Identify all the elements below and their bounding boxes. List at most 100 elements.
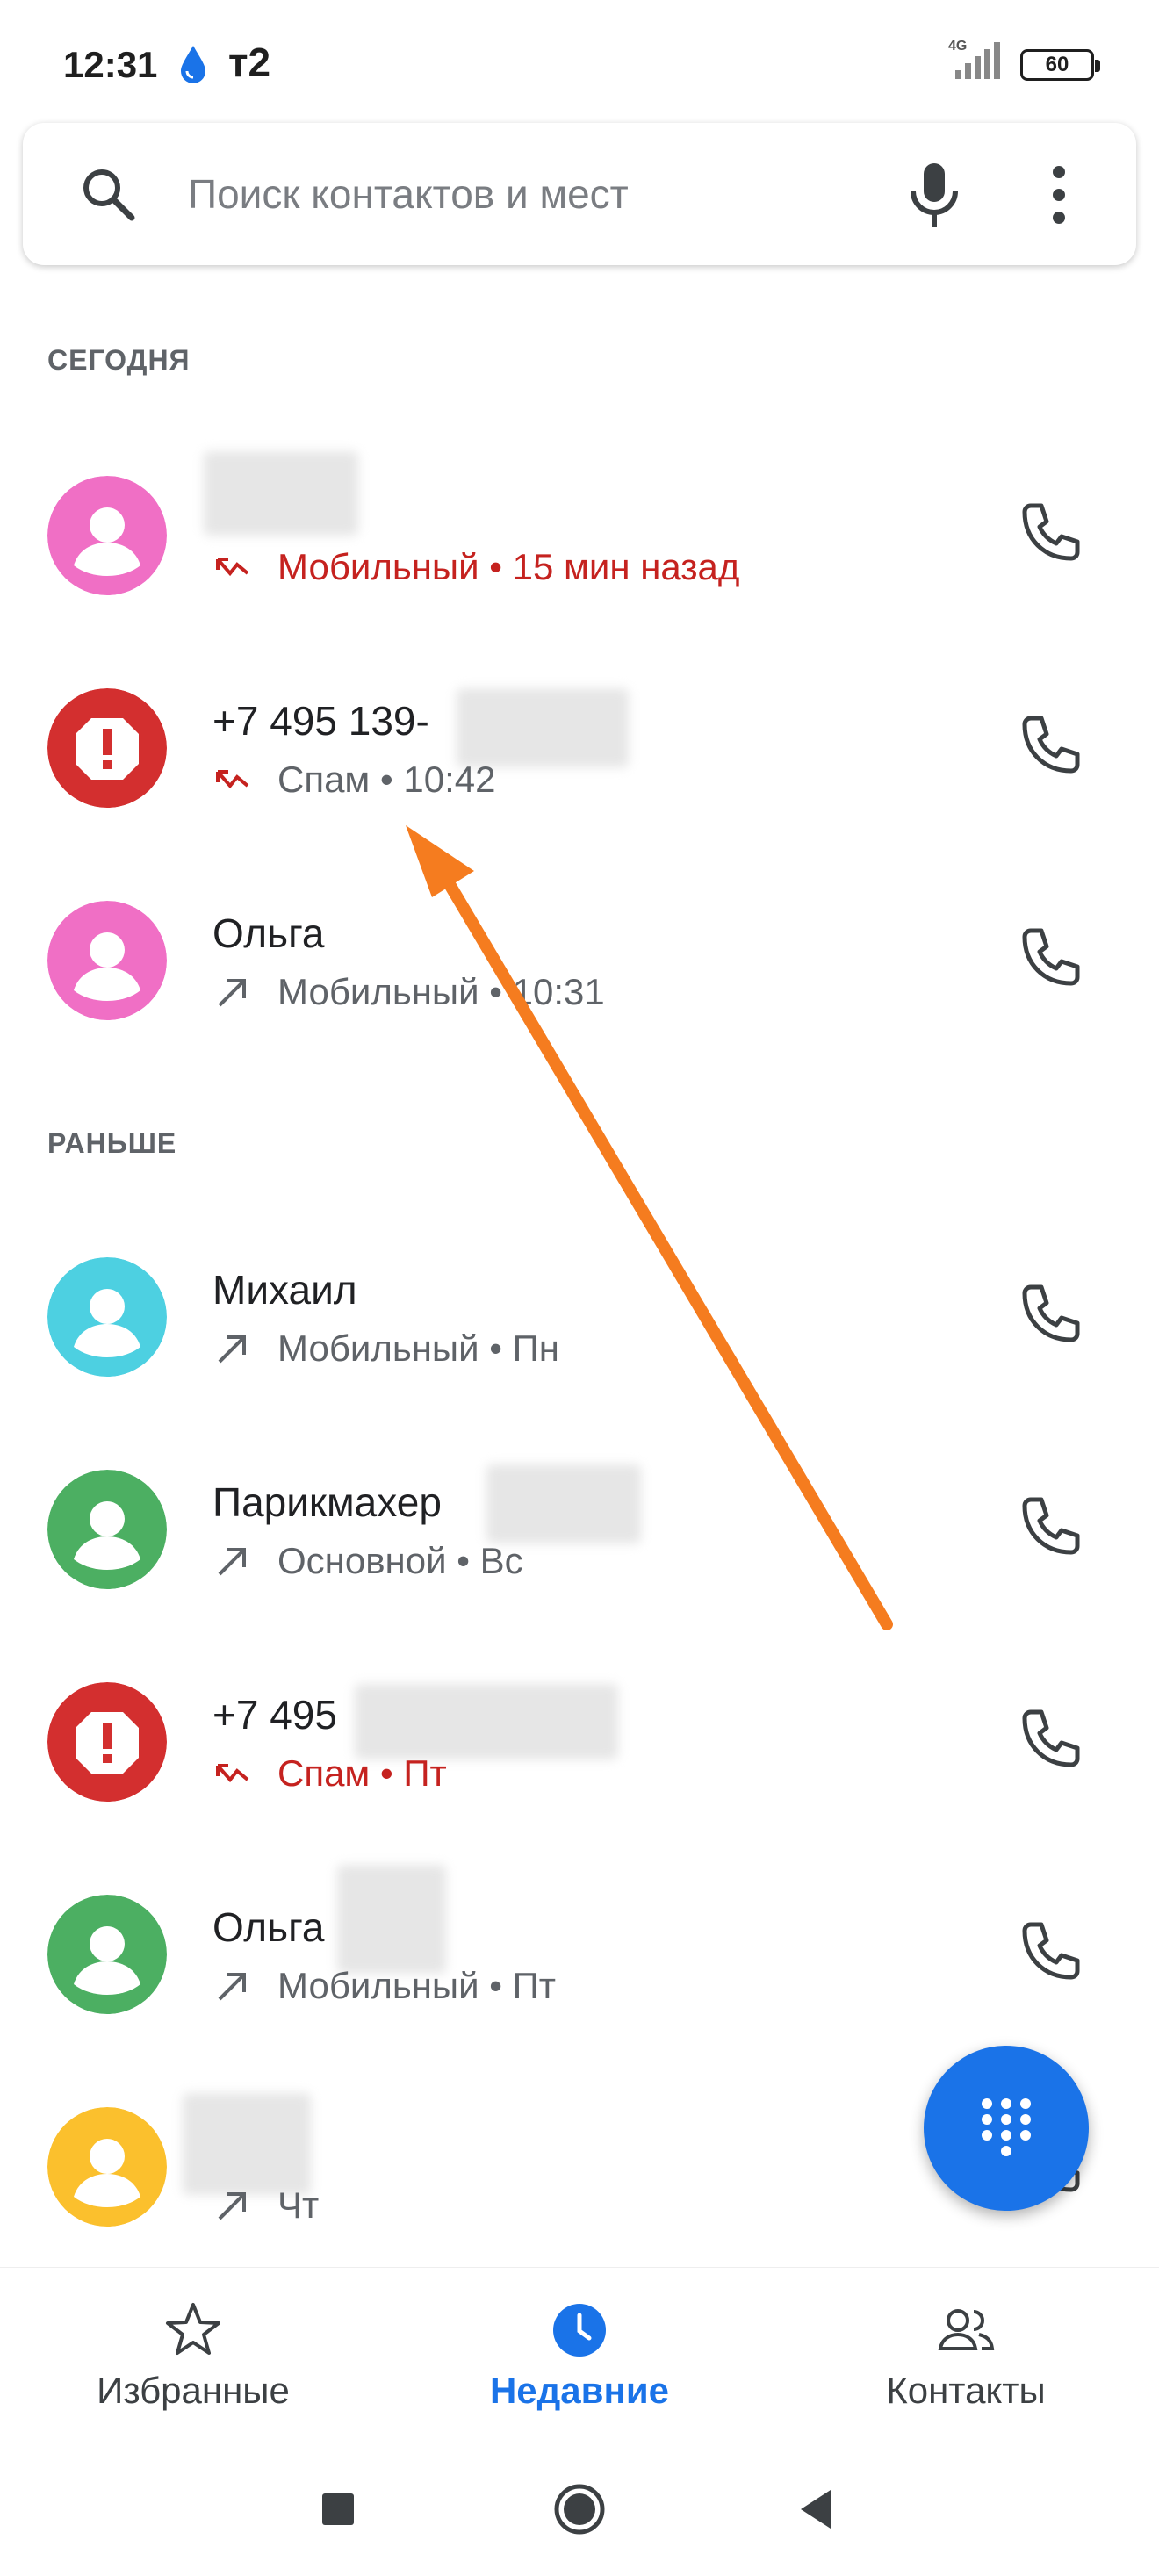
call-detail-text: Мобильный • 10:31: [277, 971, 605, 1012]
phone-icon: [1022, 1922, 1080, 1980]
contact-name: Ольга: [212, 1904, 325, 1950]
call-row[interactable]: Михаил Мобильный • Пн: [0, 1212, 1159, 1424]
bottom-navigation: Избранные Недавние Контакты: [0, 2267, 1159, 2439]
call-detail: Чт: [212, 2184, 319, 2227]
phone-icon: [1022, 1284, 1080, 1342]
redacted-name: [183, 2093, 311, 2195]
status-bar: 12:31 т2 4G 60: [0, 0, 1159, 123]
outgoing-call-icon: [218, 979, 246, 1007]
carrier-label: т2: [228, 40, 271, 85]
call-button[interactable]: [1010, 493, 1089, 572]
star-icon: [166, 2303, 220, 2355]
avatar: [47, 2107, 167, 2227]
home-circle-icon: [554, 2484, 605, 2535]
call-detail-text: Основной • Вс: [277, 1540, 523, 1581]
call-row[interactable]: +7 495 Спам • Пт: [0, 1637, 1159, 1849]
avatar: [47, 1682, 167, 1802]
phone-icon: [1022, 716, 1080, 774]
call-row[interactable]: +7 495 139- Спам • 10:42: [0, 643, 1159, 855]
spam-icon: [47, 688, 167, 808]
call-detail-text: Мобильный • 15 мин назад: [277, 546, 740, 587]
redacted-name: [486, 1464, 641, 1543]
section-header-earlier: РАНЬШЕ: [47, 1127, 177, 1159]
home-button[interactable]: [544, 2474, 615, 2544]
nav-favorites[interactable]: Избранные: [26, 2294, 360, 2417]
redacted-number: [457, 688, 629, 767]
person-icon: [47, 1895, 167, 2014]
call-detail: Спам • 10:42: [212, 759, 495, 801]
nav-recent[interactable]: Недавние: [413, 2294, 746, 2417]
water-drop-icon: [181, 46, 205, 83]
phone-icon: [1022, 503, 1080, 561]
outgoing-call-icon: [218, 1335, 246, 1364]
missed-call-icon: [216, 1764, 249, 1783]
spam-icon: [47, 1682, 167, 1802]
battery-icon: 60: [1020, 49, 1100, 81]
nav-contacts-label: Контакты: [886, 2370, 1046, 2411]
call-detail-text: Чт: [277, 2184, 320, 2226]
nav-contacts[interactable]: Контакты: [799, 2294, 1133, 2417]
clock-icon: [553, 2304, 606, 2357]
call-detail: Мобильный • 15 мин назад: [212, 546, 739, 588]
call-row[interactable]: Ольга Мобильный • 10:31: [0, 855, 1159, 1068]
call-detail: Мобильный • 10:31: [212, 971, 605, 1013]
avatar: [47, 1257, 167, 1377]
missed-call-icon: [216, 558, 249, 577]
outgoing-call-icon: [218, 2192, 246, 2220]
back-button[interactable]: [781, 2474, 852, 2544]
outgoing-call-icon: [218, 1973, 246, 2001]
call-row[interactable]: Парикмахер Основной • Вс: [0, 1424, 1159, 1637]
call-detail: Мобильный • Пт: [212, 1965, 556, 2007]
avatar: [47, 688, 167, 808]
call-button[interactable]: [1010, 1487, 1089, 1566]
redacted-name: [204, 451, 358, 536]
call-detail: Мобильный • Пн: [212, 1328, 559, 1370]
call-button[interactable]: [1010, 918, 1089, 997]
call-button[interactable]: [1010, 1700, 1089, 1779]
avatar: [47, 901, 167, 1020]
person-icon: [47, 1257, 167, 1377]
call-row[interactable]: Мобильный • 15 мин назад: [0, 430, 1159, 643]
microphone-icon[interactable]: [901, 160, 968, 230]
redacted-name: [337, 1865, 446, 1974]
avatar: [47, 1470, 167, 1589]
call-row[interactable]: Ольга Мобильный • Пт: [0, 1849, 1159, 2062]
search-bar[interactable]: [23, 123, 1136, 265]
search-icon[interactable]: [79, 165, 137, 223]
call-detail: Основной • Вс: [212, 1540, 523, 1582]
back-triangle-icon: [801, 2490, 831, 2529]
contact-name: Ольга: [212, 910, 325, 956]
more-options-icon[interactable]: [1041, 163, 1076, 227]
contact-name: +7 495: [212, 1692, 337, 1738]
contact-name: Парикмахер: [212, 1479, 442, 1525]
dialpad-button[interactable]: [924, 2046, 1089, 2211]
search-input[interactable]: [188, 160, 855, 228]
status-time: 12:31: [63, 44, 158, 85]
recent-apps-button[interactable]: [303, 2474, 373, 2544]
people-icon: [938, 2309, 995, 2350]
call-detail-text: Мобильный • Пт: [277, 1965, 557, 2006]
phone-icon: [1022, 1497, 1080, 1555]
call-button[interactable]: [1010, 1912, 1089, 1991]
call-button[interactable]: [1010, 1275, 1089, 1354]
dialpad-icon: [982, 2098, 1031, 2156]
avatar: [47, 476, 167, 595]
person-icon: [47, 901, 167, 1020]
person-icon: [47, 1470, 167, 1589]
outgoing-call-icon: [218, 1548, 246, 1576]
phone-icon: [1022, 928, 1080, 986]
redacted-number: [355, 1684, 618, 1759]
section-header-today: СЕГОДНЯ: [47, 344, 191, 376]
person-icon: [47, 2107, 167, 2227]
call-detail-text: Мобильный • Пн: [277, 1328, 559, 1369]
person-icon: [47, 476, 167, 595]
missed-call-icon: [216, 770, 249, 789]
call-detail-text: Спам • 10:42: [277, 759, 496, 800]
nav-recent-label: Недавние: [489, 2370, 670, 2411]
square-icon: [322, 2493, 354, 2525]
call-detail: Спам • Пт: [212, 1752, 447, 1795]
call-button[interactable]: [1010, 706, 1089, 785]
call-detail-text: Спам • Пт: [277, 1752, 447, 1794]
system-navigation: [0, 2450, 1159, 2576]
phone-icon: [1022, 1709, 1080, 1767]
